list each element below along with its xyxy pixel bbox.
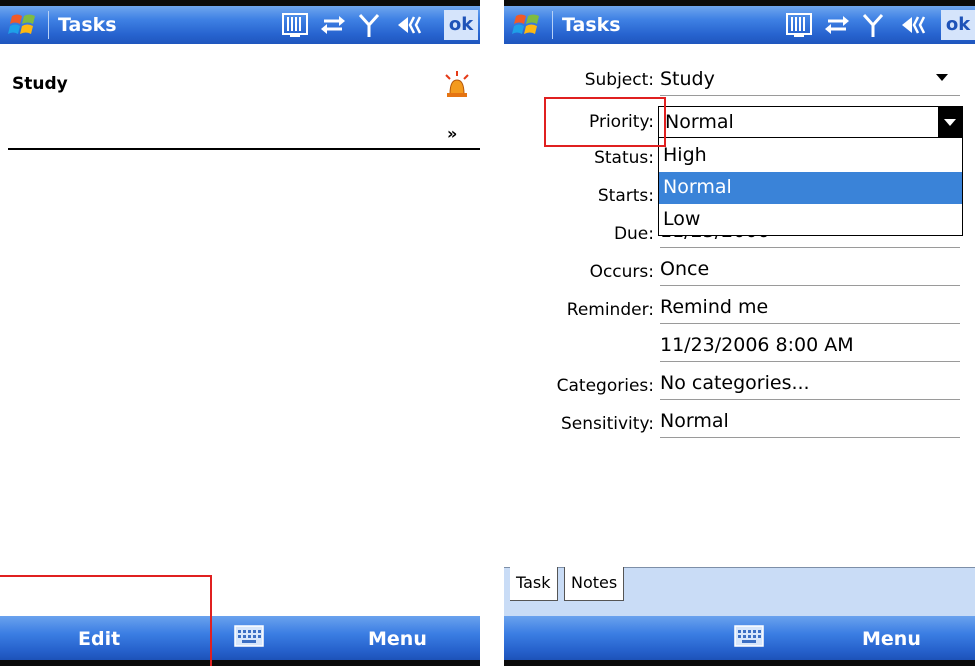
- priority-value: Normal: [665, 111, 734, 133]
- keyboard-icon[interactable]: [734, 624, 764, 648]
- tab-notes[interactable]: Notes: [564, 567, 625, 601]
- reminder-time-field[interactable]: 11/23/2006 8:00 AM: [660, 332, 960, 362]
- expand-icon[interactable]: »: [447, 124, 457, 143]
- sensitivity-label: Sensitivity:: [561, 414, 654, 434]
- left-screen: Tasks ok Study » Edit Menu: [0, 0, 480, 666]
- edit-softkey[interactable]: Edit: [78, 628, 120, 650]
- title-separator: [48, 11, 49, 39]
- categories-label: Categories:: [556, 376, 654, 396]
- subject-label: Subject:: [584, 70, 654, 90]
- due-label: Due:: [613, 224, 654, 244]
- sync-icon[interactable]: [824, 11, 850, 39]
- windows-logo-icon[interactable]: [8, 10, 38, 40]
- divider: [8, 148, 480, 150]
- task-subject[interactable]: Study: [12, 74, 68, 94]
- ok-button[interactable]: ok: [444, 10, 478, 40]
- subject-dropdown-icon[interactable]: [936, 74, 948, 81]
- categories-field[interactable]: No categories...: [660, 370, 960, 400]
- app-title: Tasks: [562, 14, 621, 36]
- annotation-line-top: [0, 575, 212, 577]
- priority-option-high[interactable]: High: [659, 140, 962, 172]
- title-separator: [552, 11, 553, 39]
- menu-bar: Edit Menu: [0, 616, 480, 666]
- occurs-label: Occurs:: [589, 262, 654, 282]
- ok-button[interactable]: ok: [941, 10, 975, 40]
- priority-combo[interactable]: Normal: [658, 106, 963, 138]
- alarm-icon: [445, 71, 469, 97]
- menu-softkey[interactable]: Menu: [862, 628, 921, 650]
- priority-option-normal[interactable]: Normal: [659, 172, 962, 204]
- speaker-icon[interactable]: [900, 11, 930, 39]
- tab-task[interactable]: Task: [510, 567, 558, 601]
- priority-options-list[interactable]: High Normal Low: [658, 138, 963, 236]
- barcode-icon[interactable]: [282, 11, 308, 39]
- tab-strip: Task Notes: [504, 567, 975, 616]
- sensitivity-field[interactable]: Normal: [660, 408, 960, 438]
- keyboard-icon[interactable]: [234, 624, 264, 648]
- right-screen: Tasks ok Subject: Study Priority: Normal…: [504, 0, 975, 666]
- signal-icon[interactable]: [862, 11, 884, 39]
- speaker-icon[interactable]: [396, 11, 426, 39]
- app-title: Tasks: [58, 14, 117, 36]
- subject-field[interactable]: Study: [660, 66, 960, 96]
- priority-dropdown-icon[interactable]: [938, 107, 962, 137]
- menu-softkey[interactable]: Menu: [368, 628, 427, 650]
- annotation-box: [544, 97, 666, 147]
- priority-option-low[interactable]: Low: [659, 204, 962, 236]
- windows-logo-icon[interactable]: [512, 10, 542, 40]
- status-label: Status:: [594, 148, 654, 168]
- reminder-label: Reminder:: [566, 300, 654, 320]
- title-bar: Tasks ok: [0, 0, 480, 44]
- menu-bar: Menu: [504, 616, 975, 666]
- sync-icon[interactable]: [320, 11, 346, 39]
- starts-label: Starts:: [597, 186, 654, 206]
- occurs-field[interactable]: Once: [660, 256, 960, 286]
- reminder-field[interactable]: Remind me: [660, 294, 960, 324]
- barcode-icon[interactable]: [786, 11, 812, 39]
- annotation-line-vertical: [210, 575, 212, 666]
- signal-icon[interactable]: [358, 11, 380, 39]
- title-bar: Tasks ok: [504, 0, 975, 44]
